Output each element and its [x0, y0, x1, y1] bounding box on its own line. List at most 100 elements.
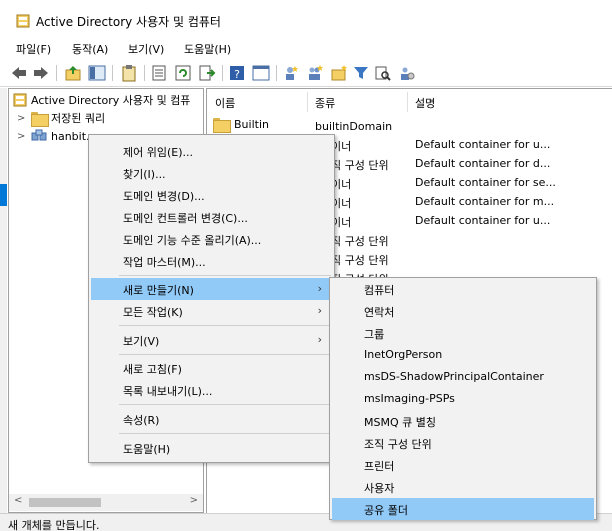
help-icon[interactable]: ? [228, 64, 246, 82]
new-user-icon[interactable] [282, 64, 300, 82]
submenu-arrow-icon: › [317, 282, 322, 295]
title-bar: Active Directory 사용자 및 컴퓨터 [0, 0, 612, 38]
menu-separator [119, 325, 331, 326]
menu-item-label: 공유 폴더 [364, 504, 408, 517]
chevron-right-icon[interactable]: > [17, 113, 25, 124]
back-arrow-icon[interactable] [10, 64, 28, 82]
menu-item-label: InetOrgPerson [364, 348, 443, 361]
new-group-icon[interactable] [306, 64, 324, 82]
menu-item-delegate-control[interactable]: 제어 위임(E)... [91, 140, 332, 162]
console-tree-icon[interactable] [252, 64, 270, 82]
column-separator[interactable] [407, 92, 408, 112]
submenu-item-shared-folder[interactable]: 공유 폴더 [332, 498, 594, 520]
new-ou-icon[interactable] [330, 64, 348, 82]
submenu-item-computer[interactable]: 컴퓨터 [332, 278, 594, 300]
menu-item-find[interactable]: 찾기(I)... [91, 162, 332, 184]
properties-icon[interactable] [150, 64, 168, 82]
scrollbar-thumb[interactable] [29, 498, 101, 507]
menu-item-label: 속성(R) [123, 414, 160, 427]
submenu-item-shadow-principal[interactable]: msDS-ShadowPrincipalContainer [332, 366, 594, 388]
folder-icon [213, 118, 231, 133]
tree-root[interactable]: Active Directory 사용자 및 컴퓨 [13, 91, 190, 109]
column-separator[interactable] [307, 92, 308, 112]
menu-item-label: 보기(V) [123, 335, 160, 348]
tree-root-label: Active Directory 사용자 및 컴퓨 [31, 94, 191, 107]
menu-item-label: msImaging-PSPs [364, 392, 455, 405]
toolbar-separator [56, 65, 57, 81]
scroll-right-arrow-icon[interactable]: > [190, 495, 198, 506]
row-type: 직 구성 단위 [331, 159, 389, 172]
menu-item-raise-functional-level[interactable]: 도메인 기능 수준 올리기(A)... [91, 228, 332, 250]
forward-arrow-icon[interactable] [32, 64, 50, 82]
menu-action[interactable]: 동작(A) [72, 41, 108, 57]
row-type: 직 구성 단위 [331, 254, 389, 267]
submenu-item-imaging-psps[interactable]: msImaging-PSPs [332, 388, 594, 410]
menu-item-refresh[interactable]: 새로 고침(F) [91, 357, 332, 379]
submenu-item-printer[interactable]: 프린터 [332, 454, 594, 476]
column-header-type[interactable]: 종류 [315, 95, 335, 111]
edge-accent [0, 184, 7, 206]
menu-item-label: 도메인 기능 수준 올리기(A)... [123, 234, 262, 247]
toolbar-separator [144, 65, 145, 81]
column-header-name[interactable]: 이름 [215, 95, 235, 111]
menu-item-change-dc[interactable]: 도메인 컨트롤러 변경(C)... [91, 206, 332, 228]
menu-item-change-domain[interactable]: 도메인 변경(D)... [91, 184, 332, 206]
tree-horizontal-scrollbar[interactable]: < > [9, 494, 203, 511]
menu-view[interactable]: 보기(V) [128, 41, 164, 57]
menu-help[interactable]: 도움말(H) [184, 41, 231, 57]
submenu-item-user[interactable]: 사용자 [332, 476, 594, 498]
scroll-left-arrow-icon[interactable]: < [14, 495, 22, 506]
menu-item-view[interactable]: 보기(V) › [91, 329, 332, 351]
menu-item-label: msDS-ShadowPrincipalContainer [364, 370, 544, 383]
submenu-item-msmq-alias[interactable]: MSMQ 큐 별칭 [332, 410, 594, 432]
toolbar-separator [112, 65, 113, 81]
menu-item-operations-masters[interactable]: 작업 마스터(M)... [91, 250, 332, 272]
domain-icon [31, 129, 47, 141]
menu-item-properties[interactable]: 속성(R) [91, 408, 332, 430]
menu-item-label: 찾기(I)... [123, 168, 166, 181]
submenu-item-inetorgperson[interactable]: InetOrgPerson [332, 344, 594, 366]
menu-item-help[interactable]: 도움말(H) [91, 437, 332, 459]
menu-item-label: 작업 마스터(M)... [123, 256, 206, 269]
chevron-right-icon[interactable]: > [17, 131, 25, 142]
row-type: builtinDomain [315, 120, 393, 133]
submenu-item-group[interactable]: 그룹 [332, 322, 594, 344]
status-text: 새 개체를 만듭니다. [8, 519, 100, 531]
menu-item-label: 새로 고침(F) [123, 363, 182, 376]
clipboard-icon[interactable] [120, 64, 138, 82]
show-tree-icon[interactable] [88, 64, 106, 82]
submenu-item-contact[interactable]: 연락처 [332, 300, 594, 322]
column-header-description[interactable]: 설명 [415, 95, 435, 111]
find-icon[interactable] [374, 64, 392, 82]
menu-separator [119, 275, 331, 276]
menu-file[interactable]: 파일(F) [16, 41, 51, 57]
menu-item-export-list[interactable]: 목록 내보내기(L)... [91, 379, 332, 401]
refresh-icon[interactable] [174, 64, 192, 82]
folder-icon [31, 111, 49, 127]
add-to-group-icon[interactable] [398, 64, 416, 82]
menu-item-label: 연락처 [364, 306, 395, 319]
svg-text:?: ? [234, 68, 240, 81]
menu-item-new[interactable]: 새로 만들기(N) › [91, 278, 332, 300]
up-folder-icon[interactable] [64, 64, 82, 82]
submenu-arrow-icon: › [317, 304, 322, 317]
menu-item-label: 조직 구성 단위 [364, 438, 432, 451]
tree-item-label: 저장된 쿼리 [51, 112, 106, 125]
submenu-item-ou[interactable]: 조직 구성 단위 [332, 432, 594, 454]
toolbar: ? [0, 59, 612, 87]
tree-item-saved-queries[interactable]: 저장된 쿼리 [31, 109, 105, 127]
ad-app-icon [16, 14, 30, 28]
menu-separator [119, 404, 331, 405]
filter-icon[interactable] [352, 64, 370, 82]
row-description: Default container for u... [415, 138, 551, 151]
toolbar-separator [276, 65, 277, 81]
menu-item-all-tasks[interactable]: 모든 작업(K) › [91, 300, 332, 322]
menu-item-label: 프린터 [364, 460, 395, 473]
table-row[interactable]: Builtin [213, 118, 269, 133]
menu-item-label: 도메인 변경(D)... [123, 190, 205, 203]
row-description: Default container for d... [415, 157, 551, 170]
menu-item-label: 도움말(H) [123, 443, 171, 456]
menu-bar: 파일(F) 동작(A) 보기(V) 도움말(H) [0, 38, 612, 58]
export-list-icon[interactable] [198, 64, 216, 82]
menu-item-label: 사용자 [364, 482, 395, 495]
